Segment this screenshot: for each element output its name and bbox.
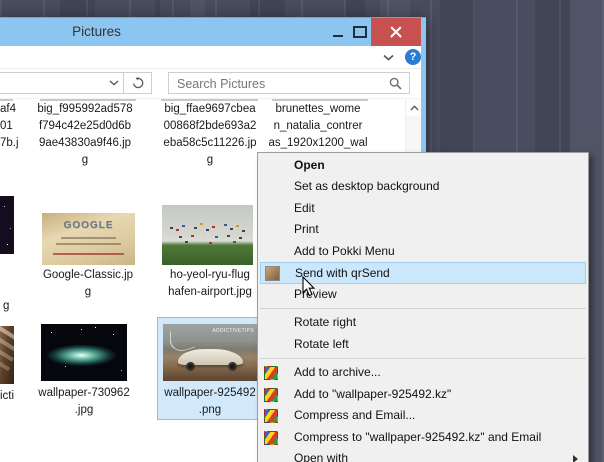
refresh-button[interactable]	[123, 72, 152, 94]
menu-item-rotate-right[interactable]: Rotate right	[258, 312, 588, 334]
galaxy-art	[41, 324, 127, 381]
menu-item-compress-to-and-email[interactable]: Compress to "wallpaper-925492.kz" and Em…	[258, 427, 588, 449]
thumbnail-airport-planes[interactable]	[162, 205, 253, 265]
toolbar	[0, 69, 421, 99]
file-label[interactable]: Google-Classic.jp g	[28, 267, 148, 301]
menu-item-label: Add to archive...	[294, 365, 381, 379]
menu-item-open[interactable]: Open	[258, 155, 588, 177]
archive-icon	[264, 366, 278, 380]
thumb-art-line	[55, 243, 122, 245]
menu-item-compress-and-email[interactable]: Compress and Email...	[258, 405, 588, 427]
search-input[interactable]	[175, 74, 379, 94]
archive-icon	[264, 409, 278, 423]
menu-item-label: Send with qrSend	[295, 266, 390, 280]
file-label[interactable]: brunettes_wome n_natalia_contrer as_1920x1…	[258, 101, 378, 152]
submenu-arrow-icon	[573, 455, 578, 462]
address-dropdown-chevron-icon[interactable]	[105, 72, 123, 94]
car-wheel-art	[228, 361, 238, 371]
archive-icon	[264, 387, 278, 402]
menu-separator	[258, 355, 588, 362]
file-label[interactable]: ho-yeol-ryu-flug hafen-airport.jpg	[150, 267, 270, 301]
watermark-text: ADDICTIVETIPS	[212, 328, 254, 334]
file-label-partial[interactable]: g	[3, 298, 23, 315]
planes-art	[170, 227, 173, 229]
archive-icon	[264, 430, 278, 445]
file-label[interactable]: wallpaper-730962 .jpg	[24, 385, 144, 419]
title-bar[interactable]: Pictures	[0, 18, 426, 46]
stars-art	[51, 332, 52, 333]
menu-item-add-to-archive[interactable]: Add to archive...	[258, 362, 588, 384]
thumbnail-car-selected[interactable]: ADDICTIVETIPS	[163, 324, 258, 381]
ribbon-expand-chevron-icon[interactable]	[380, 50, 396, 64]
search-icon	[389, 77, 402, 90]
menu-item-open-with[interactable]: Open with	[258, 448, 588, 462]
ribbon-strip: ?	[0, 46, 421, 69]
menu-item-rotate-left[interactable]: Rotate left	[258, 334, 588, 356]
google-logo-text: GOOGLE	[63, 220, 114, 231]
maximize-button[interactable]	[349, 18, 371, 46]
qrsend-icon	[265, 266, 280, 281]
menu-item-set-desktop-background[interactable]: Set as desktop background	[258, 176, 588, 198]
thumbnail-partial-space[interactable]	[0, 196, 14, 254]
menu-item-edit[interactable]: Edit	[258, 198, 588, 220]
thumb-art-line	[60, 237, 117, 239]
close-button[interactable]	[371, 18, 421, 46]
thumbnail-galaxy[interactable]	[41, 324, 127, 381]
file-label[interactable]: big_f995992ad578 f794c42e25d0d6b 9ae43830a…	[25, 101, 145, 169]
car-wheel-art	[185, 361, 195, 371]
menu-item-preview[interactable]: Preview	[258, 284, 588, 306]
refresh-icon	[132, 77, 143, 89]
menu-item-label: Add to "wallpaper-925492.kz"	[294, 386, 452, 401]
help-button[interactable]: ?	[405, 49, 421, 65]
menu-separator	[258, 305, 588, 312]
close-icon	[390, 26, 402, 38]
context-menu: Open Set as desktop background Edit Prin…	[257, 152, 589, 462]
stars-art	[4, 206, 5, 207]
minimize-icon	[333, 35, 343, 37]
file-label-partial[interactable]: icti	[0, 388, 22, 405]
file-label-partial[interactable]: af4 01 7b.j	[0, 101, 26, 152]
thumbnail-partial-interior[interactable]	[0, 326, 14, 384]
thumbnail-google-classic[interactable]: GOOGLE	[42, 213, 135, 265]
menu-item-print[interactable]: Print	[258, 219, 588, 241]
interior-art	[0, 326, 14, 343]
menu-item-add-to-pokki[interactable]: Add to Pokki Menu	[258, 241, 588, 263]
search-box	[168, 72, 410, 94]
menu-item-label: Compress and Email...	[294, 408, 416, 422]
menu-item-add-to-named-archive[interactable]: Add to "wallpaper-925492.kz"	[258, 384, 588, 406]
file-label-selected[interactable]: wallpaper-925492 .png	[150, 385, 270, 419]
menu-item-label: Compress to "wallpaper-925492.kz" and Em…	[294, 429, 542, 444]
file-label[interactable]: big_ffae9697cbea 00868f2bde693a2 eba58c5c1…	[150, 101, 270, 169]
maximize-icon	[353, 26, 367, 38]
desktop: Pictures ? Search Pictures af4 01 7b.j b…	[0, 0, 604, 462]
menu-item-send-with-qrsend[interactable]: Send with qrSend	[260, 262, 586, 284]
menu-item-label: Open with	[294, 451, 349, 462]
thumb-art-line	[53, 253, 124, 255]
minimize-button[interactable]	[327, 18, 349, 46]
